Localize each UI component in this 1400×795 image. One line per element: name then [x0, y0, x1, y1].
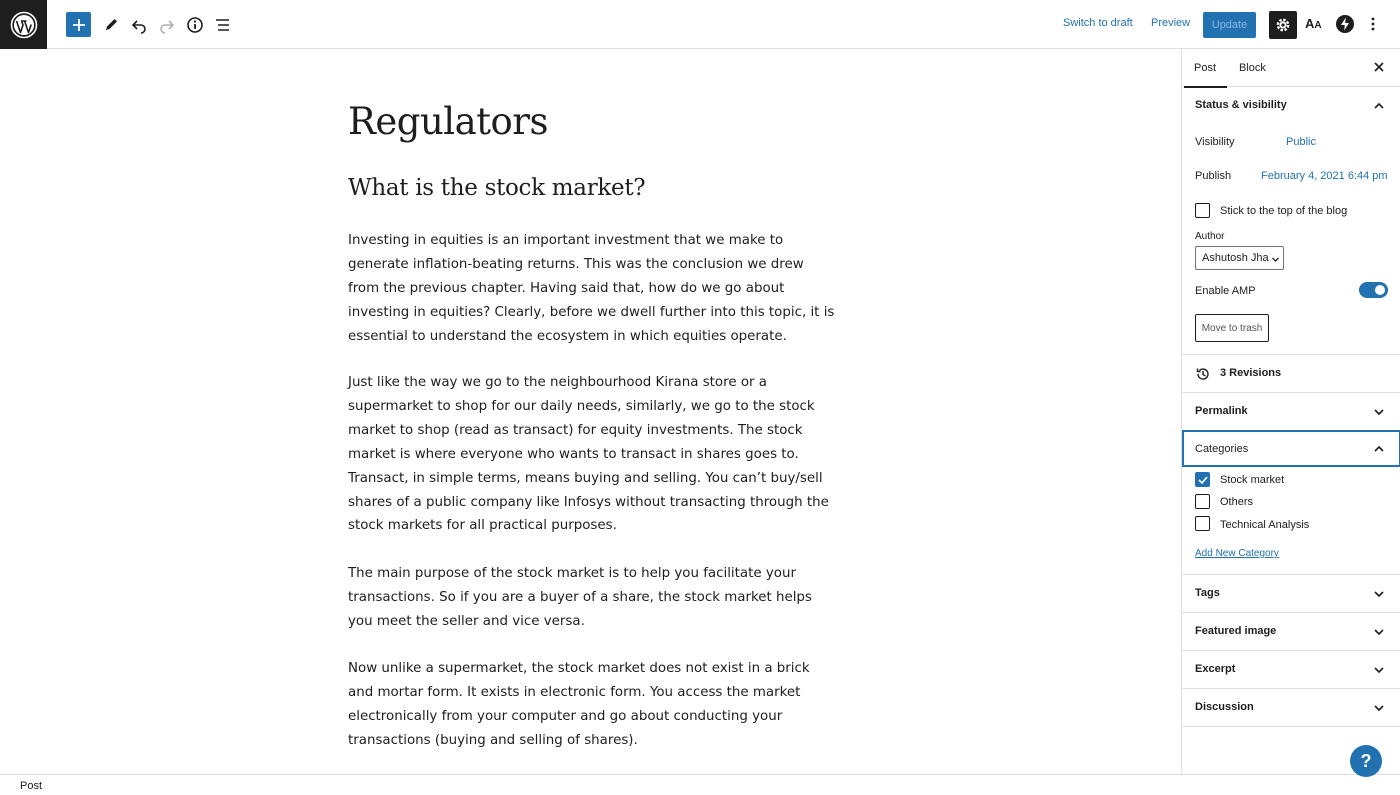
- sidebar-tabs: Post Block: [1182, 49, 1400, 88]
- toggle-knob: [1375, 285, 1385, 295]
- chevron-up-icon: [1374, 102, 1384, 109]
- gear-icon: [1276, 18, 1290, 32]
- author-value: Ashutosh Jha: [1202, 252, 1269, 264]
- editor-header: Switch to draft Preview Update AA: [0, 0, 1400, 49]
- more-options-button[interactable]: [1366, 14, 1380, 34]
- paragraph-block[interactable]: Now unlike a supermarket, the stock mark…: [348, 657, 838, 753]
- paragraph-block[interactable]: Investing in equities is an important in…: [348, 229, 838, 349]
- move-to-trash-button[interactable]: Move to trash: [1195, 314, 1269, 342]
- undo-button[interactable]: [126, 12, 152, 38]
- font-small-letter: A: [1314, 20, 1322, 31]
- plus-icon: [72, 18, 85, 31]
- amp-label: Enable AMP: [1195, 285, 1256, 297]
- undo-icon: [131, 20, 146, 34]
- chevron-down-icon: [1374, 591, 1384, 598]
- list-view-button[interactable]: [210, 12, 236, 38]
- font-large-letter: A: [1305, 16, 1315, 31]
- edit-tools-button[interactable]: [98, 12, 124, 38]
- section-title: Featured image: [1195, 625, 1277, 637]
- preview-button[interactable]: Preview: [1151, 17, 1190, 29]
- category-label: Others: [1220, 496, 1254, 508]
- post-title[interactable]: Regulators: [348, 100, 548, 143]
- chevron-down-icon: [1374, 667, 1384, 674]
- amp-toggle[interactable]: [1359, 282, 1388, 298]
- switch-to-draft-button[interactable]: Switch to draft: [1063, 17, 1133, 29]
- help-button[interactable]: ?: [1350, 745, 1382, 777]
- tags-toggle[interactable]: Tags: [1182, 575, 1400, 613]
- chevron-down-icon: [1374, 705, 1384, 712]
- section-title: Discussion: [1195, 701, 1254, 713]
- settings-sidebar: Post Block Status & visibility Visibilit…: [1181, 49, 1400, 774]
- section-title: Status & visibility: [1195, 99, 1287, 111]
- history-icon: [1196, 368, 1209, 380]
- author-label: Author: [1195, 231, 1225, 242]
- excerpt-toggle[interactable]: Excerpt: [1182, 651, 1400, 689]
- section-title: Categories: [1195, 443, 1249, 455]
- wordpress-logo-icon[interactable]: [0, 0, 47, 49]
- block-breadcrumb-bar: Post: [0, 774, 1400, 795]
- section-title: Permalink: [1195, 405, 1248, 417]
- jetpack-button[interactable]: [1335, 14, 1355, 34]
- revisions-button[interactable]: 3 Revisions: [1182, 355, 1400, 393]
- visibility-label: Visibility: [1195, 136, 1235, 148]
- divider: [1182, 726, 1400, 727]
- author-select[interactable]: Ashutosh Jha: [1195, 246, 1284, 270]
- heading-block[interactable]: What is the stock market?: [348, 175, 646, 201]
- revisions-label: 3 Revisions: [1220, 367, 1282, 379]
- permalink-toggle[interactable]: Permalink: [1182, 393, 1400, 431]
- tab-post[interactable]: Post: [1183, 62, 1228, 88]
- category-label: Stock market: [1220, 474, 1285, 486]
- publish-label: Publish: [1195, 170, 1232, 182]
- jetpack-icon: [1336, 15, 1354, 33]
- visibility-toggle-button[interactable]: Public: [1286, 136, 1316, 148]
- chevron-up-icon: [1374, 445, 1384, 452]
- pencil-icon: [106, 19, 117, 30]
- discussion-toggle[interactable]: Discussion: [1182, 689, 1400, 727]
- check-icon: [1198, 476, 1208, 485]
- section-title: Excerpt: [1195, 663, 1236, 675]
- category-label: Technical Analysis: [1220, 519, 1310, 531]
- category-checkbox-technical-analysis[interactable]: [1195, 516, 1210, 531]
- paragraph-block[interactable]: The main purpose of the stock market is …: [348, 562, 838, 634]
- category-checkbox-others[interactable]: [1195, 494, 1210, 509]
- paragraph-block[interactable]: Just like the way we go to the neighbour…: [348, 371, 838, 538]
- typography-button[interactable]: AA: [1305, 16, 1322, 31]
- section-title: Tags: [1195, 587, 1220, 599]
- chevron-down-icon: [1374, 629, 1384, 636]
- add-new-category-link[interactable]: Add New Category: [1195, 548, 1279, 559]
- list-view-icon: [216, 19, 229, 31]
- chevron-down-icon: [1272, 257, 1279, 262]
- settings-button[interactable]: [1269, 11, 1297, 39]
- sticky-label: Stick to the top of the blog: [1220, 205, 1348, 217]
- status-visibility-toggle[interactable]: Status & visibility: [1182, 87, 1400, 125]
- update-button[interactable]: Update: [1203, 12, 1256, 38]
- add-block-button[interactable]: [66, 12, 91, 37]
- redo-button[interactable]: [154, 12, 180, 38]
- editor-canvas: Regulators What is the stock market? Inv…: [0, 49, 1181, 774]
- tab-block[interactable]: Block: [1239, 62, 1266, 74]
- chevron-down-icon: [1374, 409, 1384, 416]
- info-icon: [187, 17, 203, 33]
- categories-toggle[interactable]: Categories: [1182, 430, 1400, 468]
- category-checkbox-stock-market[interactable]: [1195, 472, 1210, 487]
- details-button[interactable]: [182, 12, 208, 38]
- sticky-checkbox[interactable]: [1195, 203, 1210, 218]
- redo-icon: [160, 20, 175, 34]
- publish-date-button[interactable]: February 4, 2021 6:44 pm: [1261, 170, 1388, 182]
- breadcrumb-post[interactable]: Post: [20, 780, 42, 792]
- featured-image-toggle[interactable]: Featured image: [1182, 613, 1400, 651]
- close-icon[interactable]: [1372, 60, 1386, 74]
- more-vertical-icon: [1371, 17, 1375, 31]
